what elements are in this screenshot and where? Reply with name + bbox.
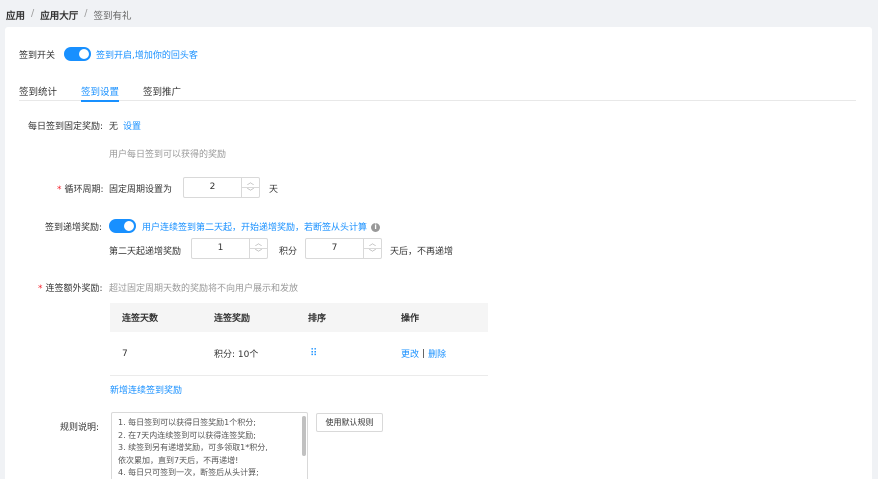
daily-reward-label: 每日签到固定奖励: — [28, 122, 104, 132]
settings-card: 签到开关 签到开启,增加你的回头客 签到统计 签到设置 签到推广 每日签到固定奖… — [5, 27, 872, 479]
stepper-up-icon[interactable]: ︿ — [364, 239, 381, 249]
increment-unit: 积分 — [279, 247, 298, 257]
breadcrumb: 应用 / 应用大厅 / 签到有礼 — [6, 8, 131, 22]
action-separator: | — [422, 348, 426, 359]
tab-bar: 签到统计 签到设置 签到推广 — [19, 84, 856, 102]
extra-reward-label: * 连签额外奖励: — [38, 281, 103, 294]
rules-line: 1. 每日签到可以获得日签奖励1个积分; — [118, 418, 256, 427]
stepper-down-icon[interactable]: ﹀ — [242, 188, 259, 198]
increment-toggle[interactable] — [109, 219, 136, 233]
signin-toggle[interactable] — [64, 47, 91, 61]
stepper-up-icon[interactable]: ︿ — [250, 239, 267, 249]
edit-link[interactable]: 更改 — [401, 347, 419, 360]
rules-label: 规则说明: — [60, 423, 100, 433]
cycle-prefix: 固定周期设置为 — [109, 185, 173, 195]
stepper-down-icon[interactable]: ﹀ — [250, 249, 267, 259]
rules-line: 3. 续签到另有递增奖励，可多领取1*积分, — [118, 443, 268, 452]
increment-points-value: 1 — [217, 243, 224, 253]
stepper-controls: ︿ ﹀ — [241, 178, 259, 197]
breadcrumb-separator: / — [84, 8, 88, 19]
required-mark: * — [38, 284, 43, 294]
breadcrumb-item-app-hall[interactable]: 应用大厅 — [40, 8, 78, 22]
row-days: 7 — [122, 348, 128, 359]
increment-days-stepper[interactable]: 7 ︿ ﹀ — [305, 238, 382, 259]
column-header-days: 连签天数 — [122, 314, 159, 324]
cycle-unit: 天 — [269, 185, 279, 195]
increment-row-prefix: 第二天起递增奖励 — [109, 247, 182, 257]
tab-signin-stats[interactable]: 签到统计 — [19, 84, 57, 101]
signin-switch-label: 签到开关 — [19, 51, 56, 61]
increment-points-stepper[interactable]: 1 ︿ ﹀ — [191, 238, 268, 259]
extra-reward-table: 连签天数 连签奖励 排序 操作 7 积分: 10个 ⠿ 更改 | 删除 — [110, 303, 488, 376]
row-actions: 更改 | 删除 — [401, 332, 446, 375]
table-row: 7 积分: 10个 ⠿ 更改 | 删除 — [110, 332, 488, 376]
tab-signin-settings[interactable]: 签到设置 — [81, 84, 120, 102]
daily-reward-set-link[interactable]: 设置 — [123, 119, 141, 132]
cycle-days-value: 2 — [209, 182, 216, 192]
increment-hint-text: 用户连续签到第二天起，开始递增奖励，若断签从头计算 — [142, 223, 368, 233]
daily-reward-hint: 用户每日签到可以获得的奖励 — [109, 150, 227, 160]
drag-handle-icon[interactable]: ⠿ — [310, 332, 317, 375]
breadcrumb-separator: / — [31, 8, 35, 19]
stepper-controls: ︿ ﹀ — [363, 239, 381, 258]
stepper-controls: ︿ ﹀ — [249, 239, 267, 258]
increment-hint: 用户连续签到第二天起，开始递增奖励，若断签从头计算 i — [142, 220, 381, 233]
textarea-scrollbar[interactable] — [302, 416, 306, 456]
column-header-actions: 操作 — [401, 314, 420, 324]
extra-reward-hint: 超过固定周期天数的奖励将不向用户展示和发放 — [109, 284, 299, 294]
breadcrumb-item-app[interactable]: 应用 — [6, 8, 25, 22]
use-default-rules-button[interactable]: 使用默认规则 — [316, 413, 383, 432]
info-icon[interactable]: i — [371, 223, 381, 232]
extra-reward-label-text: 连签额外奖励: — [45, 284, 103, 294]
table-header: 连签天数 连签奖励 排序 操作 — [110, 303, 488, 332]
cycle-label: * 循环周期: — [57, 182, 104, 195]
stepper-up-icon[interactable]: ︿ — [242, 178, 259, 188]
row-reward: 积分: 10个 — [214, 350, 259, 360]
increment-days-value: 7 — [331, 243, 338, 253]
column-header-reward: 连签奖励 — [214, 314, 251, 324]
required-mark: * — [57, 185, 62, 195]
add-streak-reward-link[interactable]: 新增连续签到奖励 — [110, 383, 182, 396]
increment-suffix: 天后，不再递增 — [390, 247, 454, 257]
cycle-days-stepper[interactable]: 2 ︿ ﹀ — [183, 177, 260, 198]
rules-line: 2. 在7天内连续签到可以获得连签奖励; — [118, 430, 256, 440]
breadcrumb-item-current: 签到有礼 — [93, 11, 132, 22]
delete-link[interactable]: 删除 — [428, 347, 446, 360]
rules-line: 依次累加，直到7天后，不再递增! — [118, 455, 239, 465]
stepper-down-icon[interactable]: ﹀ — [364, 249, 381, 259]
column-header-order: 排序 — [308, 314, 327, 324]
tab-signin-promotion[interactable]: 签到推广 — [143, 84, 181, 101]
cycle-label-text: 循环周期: — [64, 185, 104, 195]
rules-line: 4. 每日只可签到一次，断签后从头计算; — [118, 468, 259, 477]
rules-textarea[interactable]: 1. 每日签到可以获得日签奖励1个积分; 2. 在7天内连续签到可以获得连签奖励… — [111, 412, 308, 479]
daily-reward-value: 无 — [109, 122, 119, 132]
increment-label: 签到递增奖励: — [45, 223, 103, 233]
signin-switch-hint: 签到开启,增加你的回头客 — [96, 51, 198, 61]
